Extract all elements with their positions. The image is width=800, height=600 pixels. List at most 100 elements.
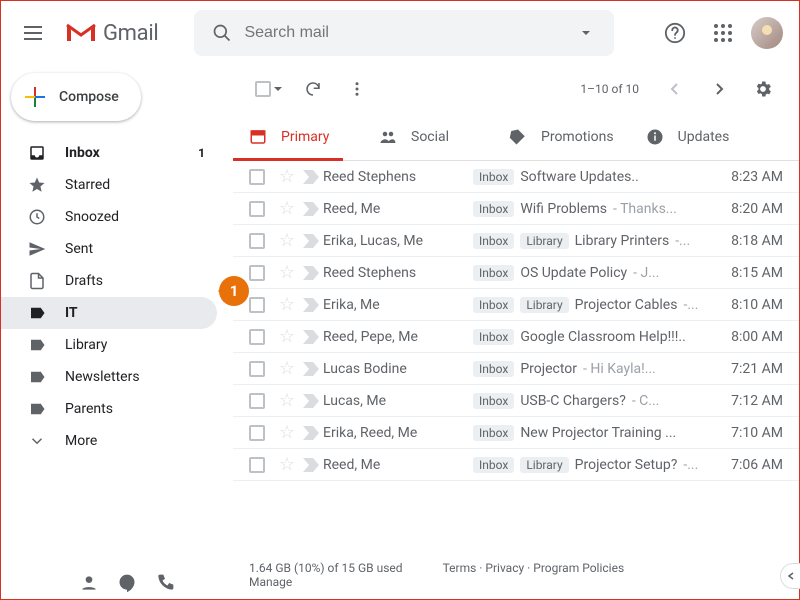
sidebar-item-label: Library	[65, 337, 107, 353]
sender: Erika, Me	[323, 297, 473, 313]
message-row[interactable]: ☆Erika, Reed, MeInbox New Projector Trai…	[233, 417, 799, 449]
search-options-button[interactable]	[566, 27, 606, 39]
tab-primary[interactable]: Primary	[233, 113, 363, 160]
gmail-logo[interactable]: Gmail	[65, 21, 158, 46]
tab-label: Primary	[281, 129, 329, 145]
sidebar-item-starred[interactable]: Starred	[1, 169, 217, 201]
gmail-m-icon	[65, 21, 97, 45]
star-icon[interactable]: ☆	[275, 262, 299, 283]
help-button[interactable]	[655, 13, 695, 53]
main-menu-button[interactable]	[9, 9, 57, 57]
importance-marker[interactable]	[299, 362, 323, 376]
sidebar-item-drafts[interactable]: Drafts	[1, 265, 217, 297]
next-page-button[interactable]	[699, 69, 739, 109]
select-menu-caret[interactable]	[273, 84, 283, 94]
message-row[interactable]: ☆Lucas, MeInbox USB-C Chargers? - C...7:…	[233, 385, 799, 417]
star-icon[interactable]: ☆	[275, 230, 299, 251]
star-icon[interactable]: ☆	[275, 454, 299, 475]
star-icon[interactable]: ☆	[275, 422, 299, 443]
snippet: -...	[675, 233, 690, 249]
sidebar-item-count: 1	[198, 146, 205, 160]
time: 8:20 AM	[719, 201, 783, 217]
sidebar-item-newsletters[interactable]: Newsletters	[1, 361, 217, 393]
sidebar-item-more[interactable]: More	[1, 425, 217, 457]
side-panel-toggle[interactable]	[780, 563, 800, 589]
contacts-icon[interactable]	[79, 573, 99, 593]
refresh-button[interactable]	[293, 69, 333, 109]
row-checkbox[interactable]	[249, 169, 265, 185]
compose-button[interactable]: Compose	[11, 73, 141, 121]
sidebar-item-inbox[interactable]: Inbox1	[1, 137, 217, 169]
app-header: Gmail	[1, 1, 799, 65]
apps-button[interactable]	[703, 13, 743, 53]
search-input[interactable]	[242, 23, 566, 43]
tab-social[interactable]: Social	[363, 113, 493, 160]
message-row[interactable]: ☆Erika, MeInbox Library Projector Cables…	[233, 289, 799, 321]
row-checkbox[interactable]	[249, 457, 265, 473]
privacy-link[interactable]: Privacy	[485, 561, 524, 575]
time: 8:15 AM	[719, 265, 783, 281]
sidebar-item-parents[interactable]: Parents	[1, 393, 217, 425]
subject-cell: Inbox OS Update Policy - J...	[473, 265, 719, 281]
message-row[interactable]: ☆Reed, Pepe, MeInbox Google Classroom He…	[233, 321, 799, 353]
row-checkbox[interactable]	[249, 265, 265, 281]
search-icon[interactable]	[202, 23, 242, 43]
sidebar-item-snoozed[interactable]: Snoozed	[1, 201, 217, 233]
snippet: - J...	[633, 265, 659, 281]
message-row[interactable]: ☆Reed, MeInbox Wifi Problems - Thanks...…	[233, 193, 799, 225]
sidebar-item-label: IT	[65, 305, 78, 321]
star-icon[interactable]: ☆	[275, 198, 299, 219]
select-all-checkbox[interactable]	[255, 81, 271, 97]
account-avatar[interactable]	[751, 17, 783, 49]
tab-updates[interactable]: Updates	[630, 113, 760, 160]
policies-link[interactable]: Program Policies	[533, 561, 624, 575]
star-icon[interactable]: ☆	[275, 294, 299, 315]
prev-page-button[interactable]	[655, 69, 695, 109]
star-icon[interactable]: ☆	[275, 166, 299, 187]
row-checkbox[interactable]	[249, 361, 265, 377]
time: 8:00 AM	[719, 329, 783, 345]
importance-marker[interactable]	[299, 170, 323, 184]
importance-marker[interactable]	[299, 234, 323, 248]
star-icon[interactable]: ☆	[275, 326, 299, 347]
sidebar-item-it[interactable]: IT	[1, 297, 217, 329]
importance-marker[interactable]	[299, 298, 323, 312]
tab-promotions[interactable]: Promotions	[493, 113, 630, 160]
manage-storage-link[interactable]: Manage	[249, 575, 292, 589]
row-checkbox[interactable]	[249, 297, 265, 313]
importance-marker[interactable]	[299, 330, 323, 344]
tab-label: Promotions	[541, 129, 614, 145]
row-checkbox[interactable]	[249, 329, 265, 345]
app-body: Compose Inbox1StarredSnoozedSentDrafts IT…	[1, 65, 799, 599]
message-row[interactable]: ☆Erika, Lucas, MeInbox Library Library P…	[233, 225, 799, 257]
star-icon[interactable]: ☆	[275, 390, 299, 411]
terms-link[interactable]: Terms	[443, 561, 477, 575]
importance-marker[interactable]	[299, 266, 323, 280]
row-checkbox[interactable]	[249, 393, 265, 409]
inbox-icon	[27, 143, 47, 163]
subject: Projector Cables	[575, 297, 678, 313]
search-bar[interactable]	[194, 10, 614, 56]
settings-button[interactable]	[743, 69, 783, 109]
callout-number: 1	[230, 282, 239, 300]
subject: Projector	[520, 361, 577, 377]
phone-icon[interactable]	[155, 573, 175, 593]
hangouts-icon[interactable]	[117, 573, 137, 593]
sidebar-item-sent[interactable]: Sent	[1, 233, 217, 265]
importance-marker[interactable]	[299, 426, 323, 440]
star-icon[interactable]: ☆	[275, 358, 299, 379]
importance-marker[interactable]	[299, 458, 323, 472]
more-button[interactable]	[337, 69, 377, 109]
sender: Erika, Lucas, Me	[323, 233, 473, 249]
star-icon	[27, 175, 47, 195]
sidebar-item-library[interactable]: Library	[1, 329, 217, 361]
message-row[interactable]: ☆Reed StephensInbox Software Updates..8:…	[233, 161, 799, 193]
importance-marker[interactable]	[299, 394, 323, 408]
row-checkbox[interactable]	[249, 201, 265, 217]
message-row[interactable]: ☆Reed, MeInbox Library Projector Setup? …	[233, 449, 799, 481]
message-row[interactable]: ☆Lucas BodineInbox Projector - Hi Kayla!…	[233, 353, 799, 385]
row-checkbox[interactable]	[249, 425, 265, 441]
row-checkbox[interactable]	[249, 233, 265, 249]
message-row[interactable]: ☆Reed StephensInbox OS Update Policy - J…	[233, 257, 799, 289]
importance-marker[interactable]	[299, 202, 323, 216]
